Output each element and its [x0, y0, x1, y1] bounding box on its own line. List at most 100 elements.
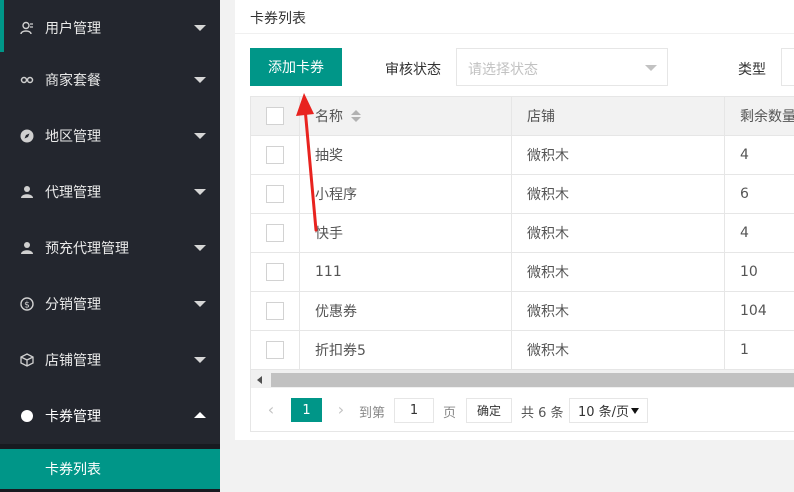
scrollbar-thumb[interactable] [271, 373, 794, 387]
total-count: 共 6 条 [521, 406, 564, 421]
main-content: 卡券列表 添加卡券 审核状态 请选择状态 类型 名称 店铺 剩余数量 抽奖 微积… [220, 0, 794, 492]
person-icon [20, 185, 34, 199]
select-all-checkbox[interactable] [266, 107, 284, 125]
page-size-select[interactable]: 10 条/页 [569, 398, 648, 423]
table-row: 小程序 微积木 6 [251, 175, 794, 214]
header-name-cell[interactable]: 名称 [300, 97, 512, 135]
sidebar-item-distribution-management[interactable]: $ 分销管理 [0, 276, 220, 332]
cell-name: 抽奖 [300, 136, 512, 174]
current-page-button[interactable]: 1 [291, 398, 322, 422]
sort-icon[interactable] [351, 110, 361, 122]
sidebar: 用户管理 商家套餐 地区管理 代理管理 预充代理管理 $ 分销管理 店铺管理 卡… [0, 0, 220, 492]
row-checkbox-cell [251, 175, 300, 213]
page-unit-label: 页 [443, 406, 457, 421]
chevron-down-icon [194, 357, 206, 363]
status-select-placeholder: 请选择状态 [468, 62, 538, 78]
cell-store: 微积木 [512, 175, 725, 213]
prev-page-icon[interactable]: ‹ [265, 400, 277, 419]
sidebar-item-label: 商家套餐 [45, 73, 101, 89]
table-row: 快手 微积木 4 [251, 214, 794, 253]
row-checkbox[interactable] [266, 185, 284, 203]
cell-name: 折扣券5 [300, 331, 512, 369]
caret-down-icon [631, 408, 639, 414]
card-header: 卡券列表 [235, 0, 794, 34]
cell-store: 微积木 [512, 214, 725, 252]
page-size-value: 10 条/页 [578, 405, 630, 420]
row-checkbox[interactable] [266, 341, 284, 359]
chevron-down-icon [645, 65, 657, 71]
sidebar-item-user-management[interactable]: 用户管理 [0, 0, 220, 56]
chevron-down-icon [194, 133, 206, 139]
status-filter-label: 审核状态 [385, 62, 441, 78]
row-checkbox-cell [251, 253, 300, 291]
sidebar-item-label: 代理管理 [45, 185, 101, 201]
sidebar-item-agent-management[interactable]: 代理管理 [0, 164, 220, 220]
cell-store: 微积木 [512, 292, 725, 330]
cell-name: 快手 [300, 214, 512, 252]
cell-remaining: 104 [725, 292, 794, 330]
column-header-remaining: 剩余数量 [740, 109, 794, 125]
table-row: 111 微积木 10 [251, 253, 794, 292]
sidebar-item-merchant-package[interactable]: 商家套餐 [0, 52, 220, 108]
next-page-icon[interactable]: › [335, 400, 347, 419]
circle-icon [20, 409, 34, 423]
table-row: 优惠券 微积木 104 [251, 292, 794, 331]
compass-icon [20, 129, 34, 143]
sidebar-subitem-coupon-list[interactable]: 卡券列表 [0, 449, 220, 489]
chevron-up-icon [194, 412, 206, 418]
cell-remaining: 4 [725, 136, 794, 174]
type-filter-label: 类型 [738, 62, 766, 78]
user-icon [20, 21, 34, 35]
sidebar-item-coupon-management[interactable]: 卡券管理 [0, 388, 220, 444]
cell-remaining: 6 [725, 175, 794, 213]
row-checkbox-cell [251, 136, 300, 174]
row-checkbox[interactable] [266, 224, 284, 242]
sidebar-item-label: 分销管理 [45, 297, 101, 313]
cell-store: 微积木 [512, 331, 725, 369]
chevron-down-icon [194, 245, 206, 251]
cell-remaining: 1 [725, 331, 794, 369]
row-checkbox[interactable] [266, 263, 284, 281]
sidebar-subitem-label: 卡券列表 [45, 462, 101, 478]
cell-remaining: 10 [725, 253, 794, 291]
header-remaining-cell: 剩余数量 [725, 97, 794, 135]
chevron-down-icon [194, 25, 206, 31]
add-coupon-button[interactable]: 添加卡券 [250, 48, 342, 86]
row-checkbox-cell [251, 331, 300, 369]
chevron-down-icon [194, 189, 206, 195]
sidebar-item-store-management[interactable]: 店铺管理 [0, 332, 220, 388]
horizontal-scrollbar[interactable] [251, 370, 794, 388]
cell-name: 小程序 [300, 175, 512, 213]
page-title: 卡券列表 [250, 11, 306, 27]
svg-text:$: $ [24, 301, 30, 311]
sidebar-item-label: 地区管理 [45, 129, 101, 145]
chevron-down-icon [194, 77, 206, 83]
cell-store: 微积木 [512, 253, 725, 291]
column-header-name: 名称 [315, 109, 343, 125]
sidebar-item-region-management[interactable]: 地区管理 [0, 108, 220, 164]
content-card: 卡券列表 添加卡券 审核状态 请选择状态 类型 名称 店铺 剩余数量 抽奖 微积… [235, 0, 794, 440]
cell-name: 优惠券 [300, 292, 512, 330]
goto-page-input[interactable] [394, 398, 434, 423]
cell-store: 微积木 [512, 136, 725, 174]
row-checkbox[interactable] [266, 146, 284, 164]
sidebar-item-label: 卡券管理 [45, 409, 101, 425]
link-icon [20, 73, 34, 87]
table-header-row: 名称 店铺 剩余数量 [251, 97, 794, 136]
table-row: 折扣券5 微积木 1 [251, 331, 794, 370]
column-header-store: 店铺 [527, 109, 555, 125]
status-select[interactable]: 请选择状态 [456, 48, 668, 86]
row-checkbox-cell [251, 292, 300, 330]
chevron-down-icon [194, 301, 206, 307]
sidebar-item-label: 预充代理管理 [45, 241, 129, 257]
scroll-left-icon[interactable] [257, 376, 262, 384]
goto-label: 到第 [359, 406, 386, 421]
sidebar-item-prepaid-agent-management[interactable]: 预充代理管理 [0, 220, 220, 276]
header-checkbox-cell [251, 97, 300, 135]
row-checkbox[interactable] [266, 302, 284, 320]
sidebar-item-label: 店铺管理 [45, 353, 101, 369]
row-checkbox-cell [251, 214, 300, 252]
type-select[interactable] [781, 48, 794, 86]
confirm-page-button[interactable]: 确定 [466, 398, 512, 423]
header-store-cell: 店铺 [512, 97, 725, 135]
